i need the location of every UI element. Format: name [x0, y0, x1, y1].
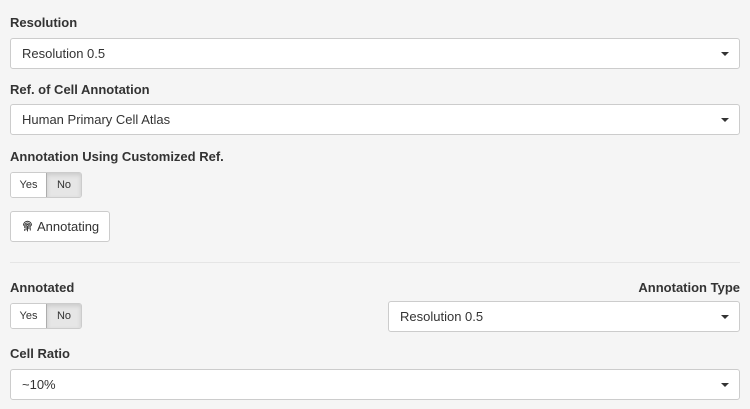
customized-ref-label: Annotation Using Customized Ref.	[10, 149, 224, 164]
customized-ref-yes-button[interactable]: Yes	[11, 173, 46, 197]
annotating-button-label: Annotating	[37, 219, 100, 234]
ref-annotation-label: Ref. of Cell Annotation	[10, 82, 150, 97]
annotated-toggle: Yes No	[10, 303, 82, 329]
customized-ref-no-button[interactable]: No	[46, 173, 81, 197]
cell-ratio-select[interactable]: ~10%	[10, 369, 740, 400]
resolution-select-value: Resolution 0.5	[22, 46, 106, 61]
annotated-yes-button[interactable]: Yes	[11, 304, 46, 328]
chevron-down-icon	[721, 52, 729, 56]
annotation-type-select-value: Resolution 0.5	[400, 309, 484, 324]
annotating-button[interactable]: Annotating	[10, 211, 111, 242]
cell-ratio-select-value: ~10%	[22, 377, 56, 392]
fingerprint-icon	[21, 220, 34, 233]
resolution-label: Resolution	[10, 15, 78, 30]
cell-ratio-label: Cell Ratio	[10, 346, 70, 361]
chevron-down-icon	[721, 383, 729, 387]
ref-annotation-select-value: Human Primary Cell Atlas	[22, 112, 171, 127]
annotated-no-button[interactable]: No	[46, 304, 81, 328]
chevron-down-icon	[721, 118, 729, 122]
section-divider	[10, 262, 740, 263]
annotation-type-label: Annotation Type	[638, 280, 740, 295]
ref-annotation-select[interactable]: Human Primary Cell Atlas	[10, 104, 740, 135]
annotation-type-select[interactable]: Resolution 0.5	[388, 301, 740, 332]
customized-ref-toggle: Yes No	[10, 172, 82, 198]
annotated-label: Annotated	[10, 280, 75, 295]
chevron-down-icon	[721, 315, 729, 319]
resolution-select[interactable]: Resolution 0.5	[10, 38, 740, 69]
